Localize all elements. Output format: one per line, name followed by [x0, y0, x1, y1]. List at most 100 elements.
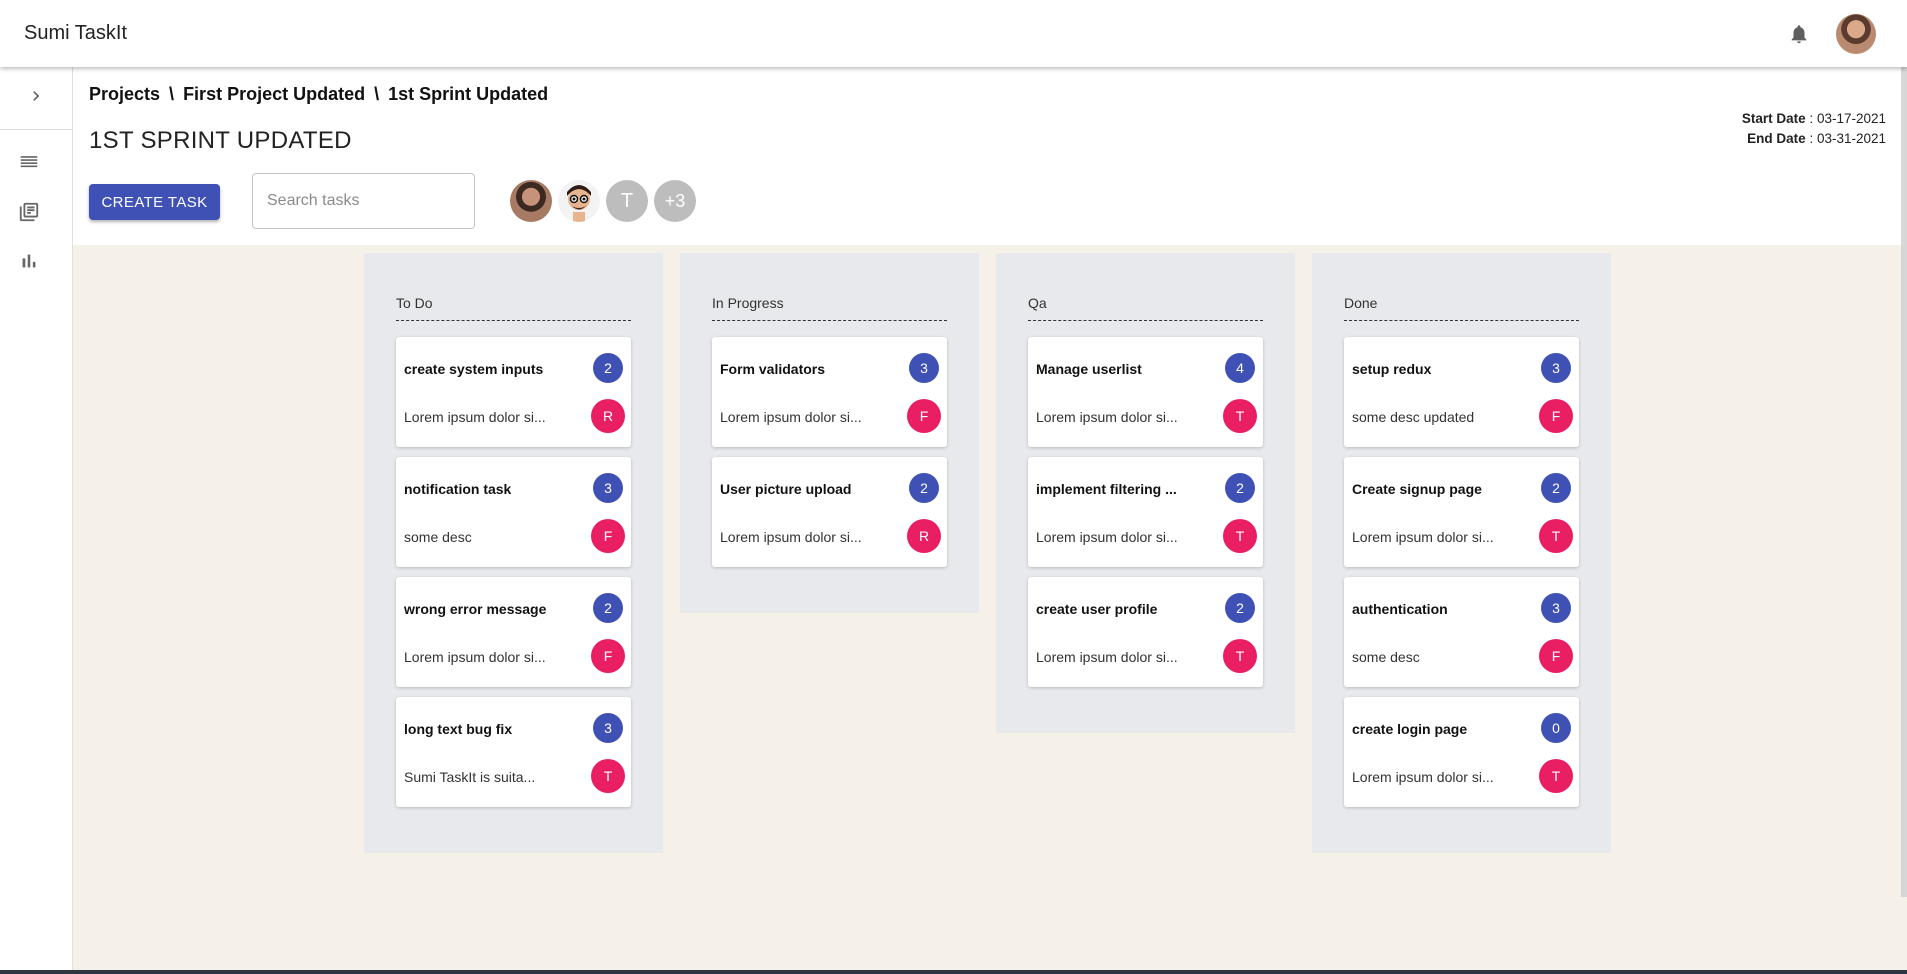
task-card[interactable]: Create signup page 2 Lorem ipsum dolor si.…: [1344, 457, 1579, 567]
start-date-label: Start Date: [1741, 111, 1806, 126]
story-points-badge: 2: [1541, 473, 1571, 503]
column-title: In Progress: [712, 295, 784, 311]
bar-chart-icon[interactable]: [18, 250, 40, 272]
task-title: Create signup page: [1352, 481, 1482, 497]
story-points-badge: 3: [593, 473, 623, 503]
task-card[interactable]: create system inputs 2 Lorem ipsum dolor s…: [396, 337, 631, 447]
column-divider: [1344, 320, 1579, 321]
breadcrumb-project[interactable]: First Project Updated: [183, 84, 365, 105]
task-description: Lorem ipsum dolor si...: [1352, 529, 1494, 545]
story-points-badge: 3: [1541, 353, 1571, 383]
user-avatar[interactable]: [1836, 14, 1876, 54]
page-title: 1ST SPRINT UPDATED: [89, 127, 352, 154]
more-members-badge[interactable]: +3: [654, 180, 696, 222]
sidebar: [0, 67, 73, 974]
task-title: User picture upload: [720, 481, 852, 497]
assignee-avatar: F: [591, 639, 625, 673]
task-card[interactable]: wrong error message 2 Lorem ipsum dolor si…: [396, 577, 631, 687]
breadcrumb: Projects \ First Project Updated \ 1st Sprin…: [89, 84, 548, 105]
app-title: Sumi TaskIt: [24, 22, 127, 44]
story-points-badge: 4: [1225, 353, 1255, 383]
task-description: Lorem ipsum dolor si...: [720, 529, 862, 545]
task-title: authentication: [1352, 601, 1448, 617]
assignee-avatar: T: [1223, 519, 1257, 553]
assignee-avatar: T: [1223, 399, 1257, 433]
list-icon[interactable]: [18, 152, 40, 174]
column-divider: [712, 320, 947, 321]
task-card[interactable]: long text bug fix 3 Sumi TaskIt is suita..…: [396, 697, 631, 807]
task-title: implement filtering ...: [1036, 481, 1177, 497]
task-description: Lorem ipsum dolor si...: [1036, 529, 1178, 545]
column-divider: [1028, 320, 1263, 321]
story-points-badge: 2: [1225, 593, 1255, 623]
task-card[interactable]: setup redux 3 some desc updated F: [1344, 337, 1579, 447]
task-card[interactable]: notification task 3 some desc F: [396, 457, 631, 567]
task-description: some desc updated: [1352, 409, 1475, 425]
search-input[interactable]: [252, 173, 475, 229]
assignee-avatar: T: [1223, 639, 1257, 673]
task-title: create system inputs: [404, 361, 544, 377]
sprint-dates: Start Date : 03-17-2021 End Date : 03-31…: [1742, 109, 1886, 149]
column-title: Done: [1344, 295, 1378, 311]
story-points-badge: 0: [1541, 713, 1571, 743]
task-description: Lorem ipsum dolor si...: [1036, 649, 1178, 665]
task-description: Lorem ipsum dolor si...: [720, 409, 862, 425]
story-points-badge: 2: [593, 593, 623, 623]
create-task-button[interactable]: CREATE TASK: [89, 184, 220, 220]
app-bar: Sumi TaskIt: [0, 0, 1907, 67]
column-divider: [396, 320, 631, 321]
chevron-right-icon: [26, 86, 46, 111]
task-title: Form validators: [720, 361, 826, 377]
task-title: wrong error message: [404, 601, 547, 617]
member-avatar[interactable]: T: [606, 180, 648, 222]
kanban-column: In Progress Form validators 3 Lorem ipsum d…: [680, 253, 979, 613]
member-avatar[interactable]: [558, 180, 600, 222]
story-points-badge: 2: [1225, 473, 1255, 503]
scrollbar[interactable]: [1901, 67, 1907, 897]
member-avatar[interactable]: [510, 180, 552, 222]
task-description: some desc: [1352, 649, 1420, 665]
task-card[interactable]: create user profile 2 Lorem ipsum dolor si…: [1028, 577, 1263, 687]
assignee-avatar: T: [1539, 759, 1573, 793]
task-card[interactable]: implement filtering ... 2 Lorem ipsum dolo…: [1028, 457, 1263, 567]
task-card[interactable]: authentication 3 some desc F: [1344, 577, 1579, 687]
sidebar-toggle-button[interactable]: [0, 67, 72, 130]
assignee-avatar: F: [907, 399, 941, 433]
end-date-value: : 03-31-2021: [1805, 131, 1886, 146]
bell-icon[interactable]: [1788, 23, 1810, 45]
task-card[interactable]: Form validators 3 Lorem ipsum dolor si... F: [712, 337, 947, 447]
start-date-value: : 03-17-2021: [1805, 111, 1886, 126]
task-card[interactable]: Manage userlist 4 Lorem ipsum dolor si... T: [1028, 337, 1263, 447]
task-description: some desc: [404, 529, 472, 545]
assignee-avatar: R: [591, 399, 625, 433]
column-title: To Do: [396, 295, 433, 311]
breadcrumb-separator: \: [374, 84, 380, 104]
story-points-badge: 3: [593, 713, 623, 743]
taskbar-strip: [0, 970, 1907, 974]
task-description: Sumi TaskIt is suita...: [404, 769, 536, 785]
story-points-badge: 3: [909, 353, 939, 383]
assignee-avatar: T: [591, 759, 625, 793]
task-title: notification task: [404, 481, 512, 497]
task-description: Lorem ipsum dolor si...: [1352, 769, 1494, 785]
end-date-label: End Date: [1747, 131, 1806, 146]
task-card[interactable]: create login page 0 Lorem ipsum dolor si..…: [1344, 697, 1579, 807]
story-points-badge: 2: [909, 473, 939, 503]
story-points-badge: 2: [593, 353, 623, 383]
task-description: Lorem ipsum dolor si...: [1036, 409, 1178, 425]
task-title: create login page: [1352, 721, 1468, 737]
task-card[interactable]: User picture upload 2 Lorem ipsum dolor si…: [712, 457, 947, 567]
kanban-column: To Do create system inputs 2 Lorem ipsum do…: [364, 253, 663, 853]
column-title: Qa: [1028, 295, 1047, 311]
assignee-avatar: R: [907, 519, 941, 553]
breadcrumb-projects[interactable]: Projects: [89, 84, 160, 105]
task-description: Lorem ipsum dolor si...: [404, 649, 546, 665]
task-title: long text bug fix: [404, 721, 513, 737]
assignee-avatar: F: [1539, 399, 1573, 433]
task-title: Manage userlist: [1036, 361, 1142, 377]
library-books-icon[interactable]: [18, 201, 40, 223]
task-title: create user profile: [1036, 601, 1158, 617]
task-description: Lorem ipsum dolor si...: [404, 409, 546, 425]
board: [73, 245, 1907, 974]
assignee-avatar: F: [591, 519, 625, 553]
